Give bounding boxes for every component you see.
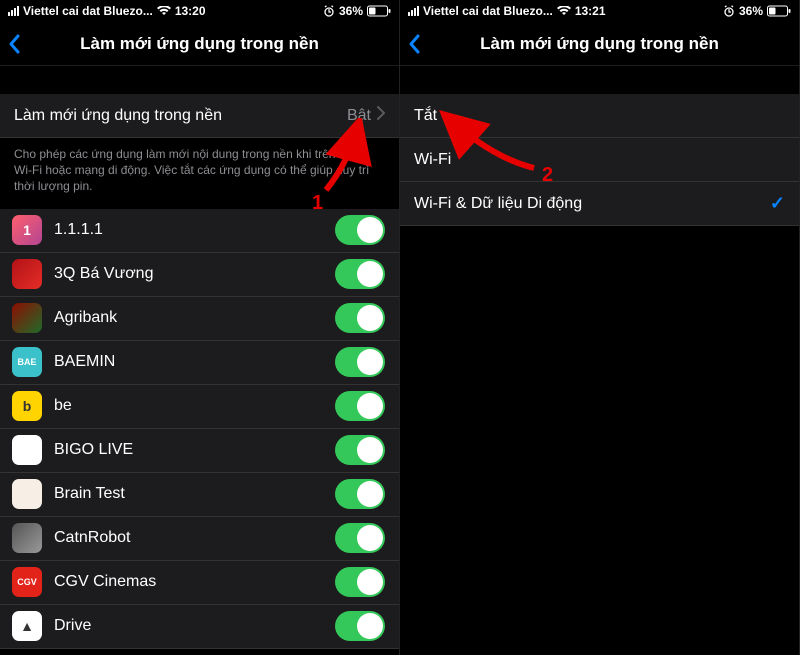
- option-label: Wi-Fi & Dữ liệu Di động: [414, 195, 770, 213]
- app-toggle[interactable]: [335, 479, 385, 509]
- app-icon: [12, 479, 42, 509]
- wifi-icon: [157, 6, 171, 16]
- phone-right: Viettel cai dat Bluezo... 13:21 36% Làm …: [400, 0, 800, 655]
- app-list: 11.1.1.13Q Bá VươngAgribankBAEBAEMINbbeB…: [0, 209, 399, 649]
- app-name-label: Brain Test: [54, 485, 335, 503]
- status-bar: Viettel cai dat Bluezo... 13:21 36%: [400, 0, 799, 22]
- app-name-label: 3Q Bá Vương: [54, 265, 335, 283]
- app-row: 1 1.1.1.1: [0, 209, 399, 253]
- option-label: Wi-Fi: [414, 151, 785, 169]
- back-button[interactable]: [406, 22, 424, 66]
- signal-icon: [8, 6, 19, 16]
- app-toggle[interactable]: [335, 567, 385, 597]
- app-row: CatnRobot: [0, 517, 399, 561]
- app-icon: [12, 303, 42, 333]
- status-bar: Viettel cai dat Bluezo... 13:20 36%: [0, 0, 399, 22]
- app-icon: b: [12, 391, 42, 421]
- app-icon: [12, 523, 42, 553]
- time-label: 13:21: [575, 4, 606, 18]
- app-name-label: 1.1.1.1: [54, 221, 335, 239]
- app-icon: 1: [12, 215, 42, 245]
- battery-pct: 36%: [739, 4, 763, 18]
- content-area: Tắt Wi-Fi Wi-Fi & Dữ liệu Di động✓: [400, 66, 799, 655]
- battery-pct: 36%: [339, 4, 363, 18]
- app-row: BIGO LIVE: [0, 429, 399, 473]
- back-button[interactable]: [6, 22, 24, 66]
- app-icon: ▲: [12, 611, 42, 641]
- app-row: 3Q Bá Vương: [0, 253, 399, 297]
- setting-label: Làm mới ứng dụng trong nền: [14, 107, 347, 125]
- nav-bar: Làm mới ứng dụng trong nền: [400, 22, 799, 66]
- app-toggle[interactable]: [335, 391, 385, 421]
- option-row[interactable]: Tắt: [400, 94, 799, 138]
- app-row: BAE BAEMIN: [0, 341, 399, 385]
- carrier-label: Viettel cai dat Bluezo...: [423, 4, 553, 18]
- app-icon: [12, 435, 42, 465]
- setting-footer: Cho phép các ứng dụng làm mới nội dung t…: [0, 138, 399, 209]
- app-row: bbe: [0, 385, 399, 429]
- app-name-label: CGV Cinemas: [54, 573, 335, 591]
- annotation-label-1: 1: [312, 192, 323, 215]
- app-icon: BAE: [12, 347, 42, 377]
- app-toggle[interactable]: [335, 215, 385, 245]
- app-icon: [12, 259, 42, 289]
- chevron-right-icon: [377, 106, 385, 125]
- app-name-label: Drive: [54, 617, 335, 635]
- app-toggle[interactable]: [335, 303, 385, 333]
- app-toggle[interactable]: [335, 347, 385, 377]
- option-row[interactable]: Wi-Fi & Dữ liệu Di động✓: [400, 182, 799, 226]
- time-label: 13:20: [175, 4, 206, 18]
- wifi-icon: [557, 6, 571, 16]
- phone-left: Viettel cai dat Bluezo... 13:20 36% Làm …: [0, 0, 400, 655]
- app-row: Agribank: [0, 297, 399, 341]
- app-row: CGV CGV Cinemas: [0, 561, 399, 605]
- signal-icon: [408, 6, 419, 16]
- alarm-icon: [323, 5, 335, 17]
- option-list: Tắt Wi-Fi Wi-Fi & Dữ liệu Di động✓: [400, 94, 799, 226]
- annotation-label-2: 2: [542, 164, 553, 187]
- setting-value: Bật: [347, 107, 371, 125]
- app-name-label: Agribank: [54, 309, 335, 327]
- app-icon: CGV: [12, 567, 42, 597]
- background-refresh-setting[interactable]: Làm mới ứng dụng trong nền Bật: [0, 94, 399, 138]
- app-toggle[interactable]: [335, 523, 385, 553]
- alarm-icon: [723, 5, 735, 17]
- content-area: Làm mới ứng dụng trong nền Bật Cho phép …: [0, 66, 399, 655]
- app-toggle[interactable]: [335, 435, 385, 465]
- app-name-label: be: [54, 397, 335, 415]
- app-name-label: BAEMIN: [54, 353, 335, 371]
- nav-bar: Làm mới ứng dụng trong nền: [0, 22, 399, 66]
- carrier-label: Viettel cai dat Bluezo...: [23, 4, 153, 18]
- app-row: ▲ Drive: [0, 605, 399, 649]
- app-row: Brain Test: [0, 473, 399, 517]
- option-label: Tắt: [414, 107, 785, 125]
- check-icon: ✓: [770, 193, 785, 214]
- app-name-label: BIGO LIVE: [54, 441, 335, 459]
- app-toggle[interactable]: [335, 611, 385, 641]
- app-toggle[interactable]: [335, 259, 385, 289]
- app-name-label: CatnRobot: [54, 529, 335, 547]
- battery-icon: [767, 5, 791, 17]
- page-title: Làm mới ứng dụng trong nền: [0, 34, 399, 54]
- page-title: Làm mới ứng dụng trong nền: [400, 34, 799, 54]
- option-row[interactable]: Wi-Fi: [400, 138, 799, 182]
- battery-icon: [367, 5, 391, 17]
